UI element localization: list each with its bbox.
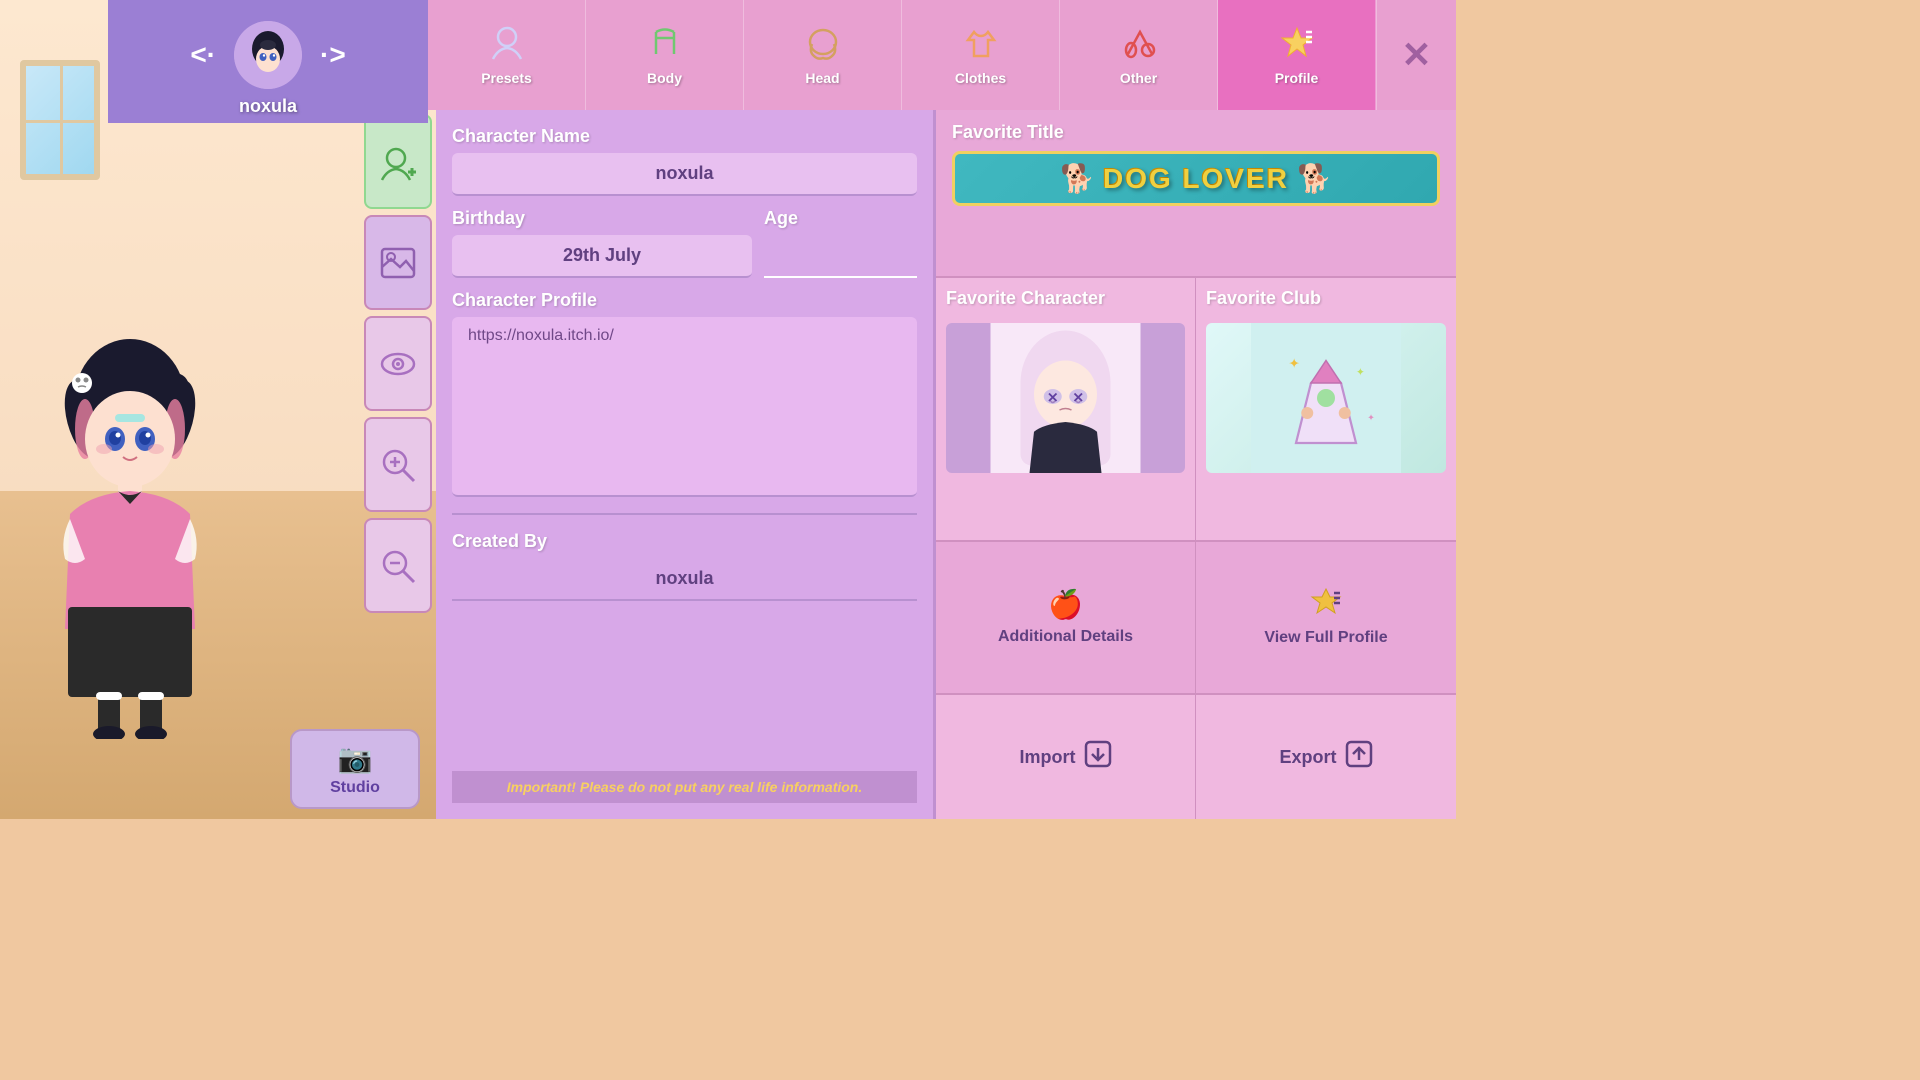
next-char-button[interactable]: ·> — [312, 35, 354, 75]
room-window — [20, 60, 100, 180]
view-full-profile-icon — [1310, 587, 1342, 622]
detail-actions-row: 🍎 Additional Details View Full Profile — [936, 542, 1456, 695]
char-name-selector-label: noxula — [108, 96, 428, 123]
char-selector: <· ·> — [108, 0, 428, 110]
dog-lover-text: DOG LOVER — [1103, 163, 1289, 195]
tab-head-label: Head — [805, 70, 839, 86]
fav-club-section: Favorite Club ✦ ✦ — [1196, 278, 1456, 541]
age-section: Age — [764, 208, 917, 278]
tab-profile[interactable]: Profile — [1218, 0, 1376, 110]
fav-club-label: Favorite Club — [1206, 288, 1446, 309]
studio-icon: 📷 — [338, 742, 373, 775]
char-name-input[interactable] — [452, 153, 917, 196]
tab-clothes-label: Clothes — [955, 70, 1006, 86]
tab-body-label: Body — [647, 70, 682, 86]
additional-details-icon: 🍎 — [1048, 588, 1083, 621]
character-display — [30, 319, 230, 739]
created-by-section: Created By — [452, 531, 917, 601]
head-icon — [804, 24, 842, 67]
zoom-in-button[interactable] — [364, 417, 432, 512]
age-input[interactable] — [764, 235, 917, 278]
char-name-section: Character Name — [452, 126, 917, 196]
view-full-profile-label: View Full Profile — [1264, 628, 1387, 649]
profile-sidebar: Favorite Title 🐕 DOG LOVER 🐕 Favorite Ch… — [936, 110, 1456, 819]
tab-head[interactable]: Head — [744, 0, 902, 110]
close-button[interactable]: ✕ — [1376, 0, 1456, 110]
presets-icon — [488, 24, 526, 67]
studio-label: Studio — [330, 779, 380, 797]
preview-button[interactable] — [364, 316, 432, 411]
tab-presets-label: Presets — [481, 70, 532, 86]
char-profile-section: Character Profile https://noxula.itch.io… — [452, 290, 917, 497]
zoom-out-button[interactable] — [364, 518, 432, 613]
birthday-age-row: Birthday Age — [452, 208, 917, 278]
fav-title-label: Favorite Title — [952, 122, 1440, 143]
dog-emoji-left: 🐕 — [1060, 162, 1095, 195]
clothes-icon — [962, 24, 1000, 67]
additional-details-button[interactable]: 🍎 Additional Details — [936, 542, 1196, 693]
background-button[interactable] — [364, 215, 432, 310]
prev-char-button[interactable]: <· — [182, 35, 224, 75]
fav-char-image — [946, 323, 1185, 473]
fav-title-section: Favorite Title 🐕 DOG LOVER 🐕 — [936, 110, 1456, 278]
fav-club-image: ✦ ✦ ✦ — [1206, 323, 1446, 473]
import-label: Import — [1020, 747, 1076, 768]
dog-emoji-right: 🐕 — [1297, 162, 1332, 195]
export-label: Export — [1279, 747, 1336, 768]
tab-presets[interactable]: Presets — [428, 0, 586, 110]
add-preset-button[interactable] — [364, 114, 432, 209]
fav-char-club-row: Favorite Character — [936, 278, 1456, 543]
tab-other-label: Other — [1120, 70, 1157, 86]
export-icon — [1345, 740, 1373, 774]
created-by-label: Created By — [452, 531, 917, 552]
char-name-label: Character Name — [452, 126, 917, 147]
svg-text:✦: ✦ — [1356, 366, 1365, 378]
profile-icon — [1278, 24, 1316, 67]
export-button[interactable]: Export — [1196, 695, 1456, 819]
char-profile-textarea[interactable]: https://noxula.itch.io/ — [452, 317, 917, 497]
profile-form: Character Name Birthday Age Character Pr… — [436, 110, 936, 819]
side-toolbar — [360, 110, 436, 810]
studio-button[interactable]: 📷 Studio — [290, 729, 420, 809]
import-icon — [1084, 740, 1112, 774]
view-full-profile-button[interactable]: View Full Profile — [1196, 542, 1456, 693]
fav-char-label: Favorite Character — [946, 288, 1185, 309]
tab-body[interactable]: Body — [586, 0, 744, 110]
svg-text:✦: ✦ — [1367, 412, 1375, 422]
birthday-input[interactable] — [452, 235, 752, 278]
tab-profile-label: Profile — [1275, 70, 1319, 86]
form-divider — [452, 513, 917, 515]
tab-other[interactable]: Other — [1060, 0, 1218, 110]
dog-lover-banner: 🐕 DOG LOVER 🐕 — [952, 151, 1440, 206]
birthday-section: Birthday — [452, 208, 752, 278]
top-panel: <· ·> Presets Bod — [108, 0, 1456, 110]
import-button[interactable]: Import — [936, 695, 1196, 819]
main-content: Character Name Birthday Age Character Pr… — [436, 110, 1456, 819]
body-icon — [646, 24, 684, 67]
tab-bar: Presets Body Head Clothes Other — [428, 0, 1456, 110]
import-export-row: Import Export — [936, 695, 1456, 819]
other-icon — [1120, 24, 1158, 67]
warning-text: Important! Please do not put any real li… — [452, 771, 917, 803]
additional-details-label: Additional Details — [998, 627, 1133, 648]
fav-char-section: Favorite Character — [936, 278, 1196, 541]
birthday-label: Birthday — [452, 208, 752, 229]
svg-text:✦: ✦ — [1289, 356, 1301, 371]
created-by-input[interactable] — [452, 558, 917, 601]
age-label: Age — [764, 208, 917, 229]
tab-clothes[interactable]: Clothes — [902, 0, 1060, 110]
char-profile-label: Character Profile — [452, 290, 917, 311]
char-avatar — [234, 21, 302, 89]
